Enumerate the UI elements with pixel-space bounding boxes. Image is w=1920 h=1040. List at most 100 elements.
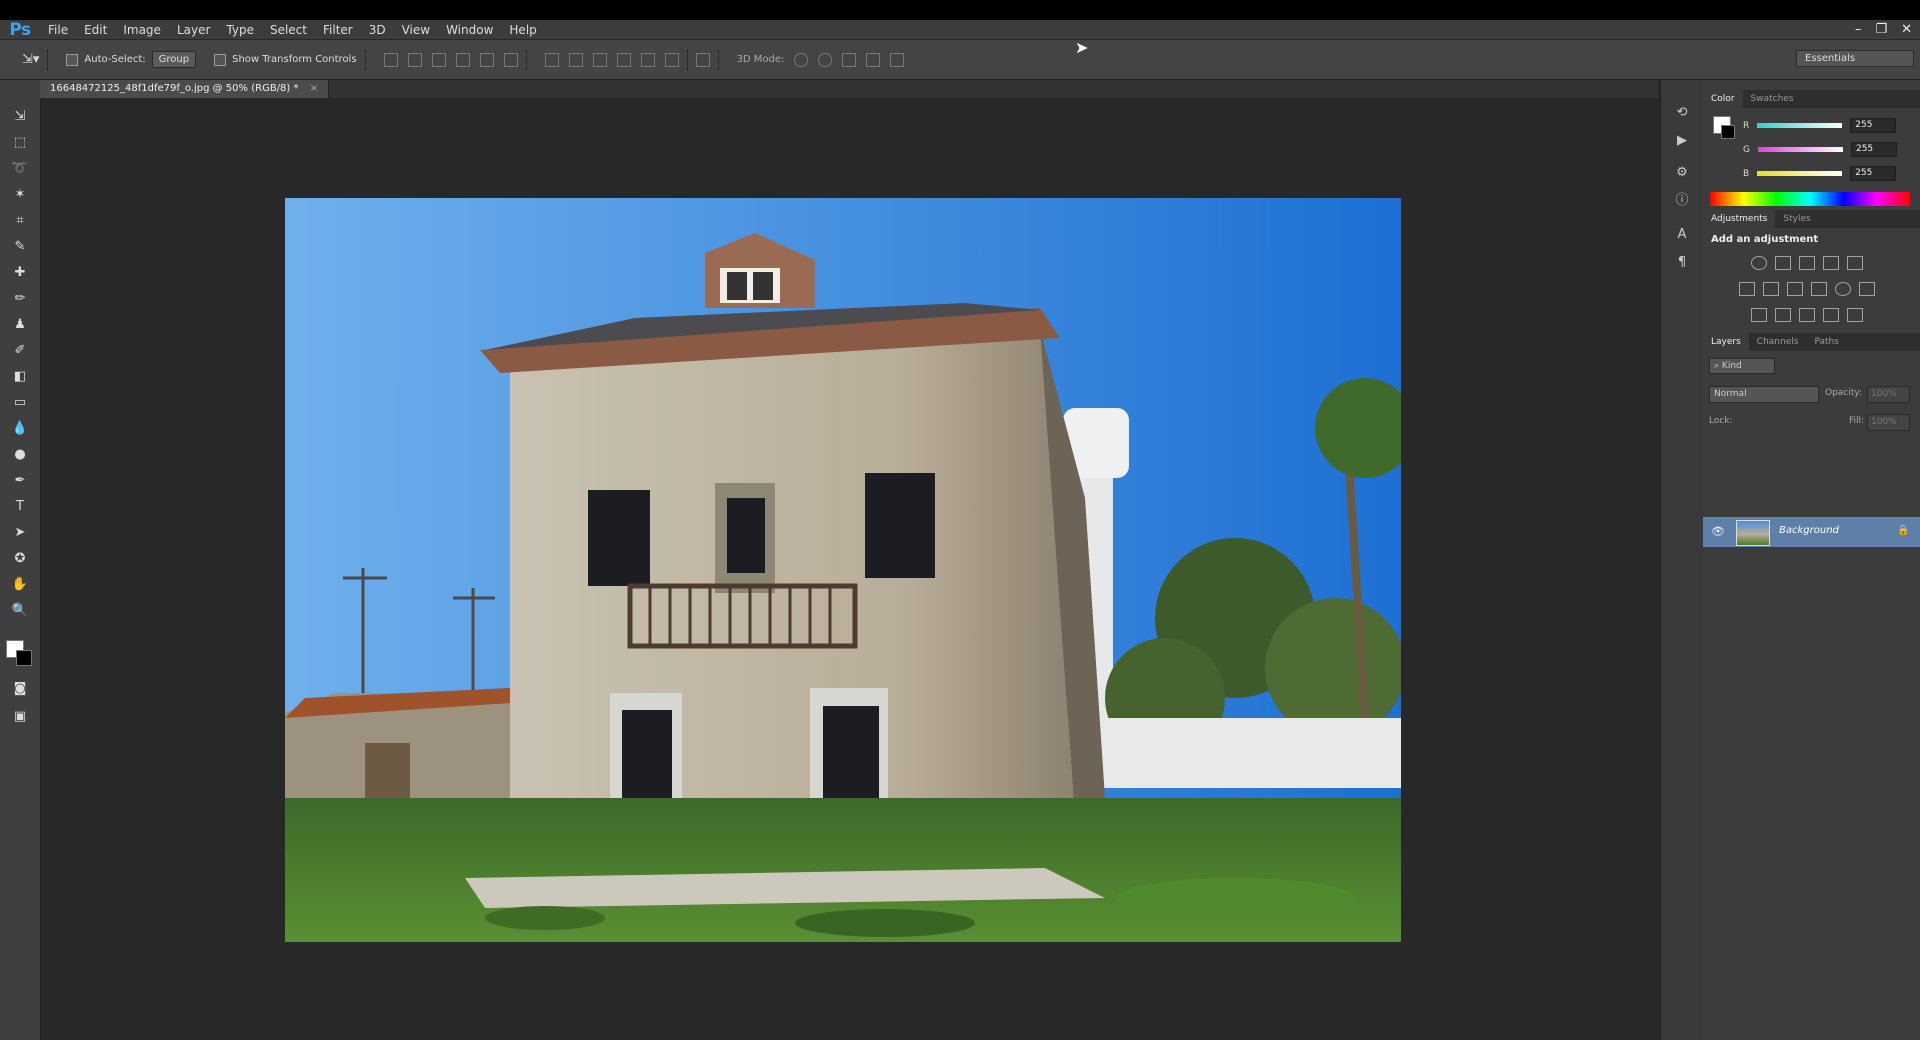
workspace-dropdown[interactable]: Essentials <box>1796 50 1914 67</box>
color-panel-background-swatch[interactable] <box>1721 125 1735 139</box>
tab-channels[interactable]: Channels <box>1749 333 1807 351</box>
move-tool-preset-icon[interactable]: ⇲▾ <box>22 52 39 67</box>
3d-roll-icon[interactable] <box>818 52 833 67</box>
tab-swatches[interactable]: Swatches <box>1743 90 1802 108</box>
menu-edit[interactable]: Edit <box>76 23 115 37</box>
info-panel-icon[interactable]: ⓘ <box>1673 192 1691 210</box>
3d-drag-icon[interactable] <box>842 52 857 67</box>
align-top-icon[interactable] <box>383 52 398 67</box>
hue-saturation-icon[interactable] <box>1739 282 1755 296</box>
vibrance-icon[interactable] <box>1847 256 1863 270</box>
close-button[interactable]: ✕ <box>1901 22 1912 37</box>
healing-brush-tool-icon[interactable]: ✚ <box>11 264 29 282</box>
tab-adjustments[interactable]: Adjustments <box>1703 210 1776 228</box>
align-hcenter-icon[interactable] <box>479 52 494 67</box>
type-tool-icon[interactable]: T <box>11 498 29 516</box>
layer-filter-dropdown[interactable]: ⌕ Kind <box>1709 358 1775 374</box>
invert-icon[interactable] <box>1751 308 1767 322</box>
distribute-right-icon[interactable] <box>664 52 679 67</box>
shape-tool-icon[interactable]: ✪ <box>11 550 29 568</box>
align-bottom-icon[interactable] <box>431 52 446 67</box>
distribute-bottom-icon[interactable] <box>592 52 607 67</box>
background-color-swatch[interactable] <box>16 650 32 666</box>
marquee-tool-icon[interactable]: ⬚ <box>11 134 29 152</box>
menu-image[interactable]: Image <box>115 23 169 37</box>
document-tab-close-icon[interactable]: × <box>310 83 318 94</box>
hand-tool-icon[interactable]: ✋ <box>11 576 29 594</box>
green-value[interactable]: 255 <box>1850 142 1897 157</box>
character-panel-icon[interactable]: A <box>1673 226 1691 244</box>
distribute-left-icon[interactable] <box>616 52 631 67</box>
align-left-icon[interactable] <box>455 52 470 67</box>
paragraph-panel-icon[interactable]: ¶ <box>1673 254 1691 272</box>
auto-select-checkbox[interactable] <box>66 53 79 66</box>
3d-scale-icon[interactable] <box>890 52 905 67</box>
quick-mask-icon[interactable]: ◙ <box>11 680 29 698</box>
menu-window[interactable]: Window <box>438 23 501 37</box>
exposure-icon[interactable] <box>1823 256 1839 270</box>
black-white-icon[interactable] <box>1787 282 1803 296</box>
levels-icon[interactable] <box>1775 256 1791 270</box>
menu-help[interactable]: Help <box>501 23 544 37</box>
green-slider[interactable] <box>1757 147 1843 152</box>
path-selection-tool-icon[interactable]: ➤ <box>11 524 29 542</box>
tab-layers[interactable]: Layers <box>1703 333 1749 351</box>
properties-panel-icon[interactable]: ⚙ <box>1673 164 1691 182</box>
crop-tool-icon[interactable]: ⌗ <box>11 212 29 230</box>
auto-select-dropdown[interactable]: Group <box>151 51 197 68</box>
menu-view[interactable]: View <box>394 23 438 37</box>
lock-icon[interactable]: 🔒 <box>1897 525 1909 536</box>
minimize-button[interactable]: – <box>1855 22 1862 37</box>
color-balance-icon[interactable] <box>1763 282 1779 296</box>
photo-filter-icon[interactable] <box>1811 282 1827 296</box>
actions-panel-icon[interactable]: ▶ <box>1673 132 1691 150</box>
align-right-icon[interactable] <box>503 52 518 67</box>
align-vcenter-icon[interactable] <box>407 52 422 67</box>
menu-3d[interactable]: 3D <box>361 23 394 37</box>
menu-file[interactable]: File <box>40 23 76 37</box>
tab-color[interactable]: Color <box>1703 90 1743 108</box>
brightness-contrast-icon[interactable] <box>1751 256 1767 270</box>
magic-wand-tool-icon[interactable]: ✶ <box>11 186 29 204</box>
document-image[interactable] <box>285 198 1401 942</box>
distribute-vcenter-icon[interactable] <box>568 52 583 67</box>
gradient-tool-icon[interactable]: ▭ <box>11 394 29 412</box>
gradient-map-icon[interactable] <box>1847 308 1863 322</box>
3d-slide-icon[interactable] <box>866 52 881 67</box>
visibility-eye-icon[interactable]: 👁 <box>1711 525 1725 538</box>
screen-mode-icon[interactable]: ▣ <box>11 708 29 726</box>
show-transform-checkbox[interactable] <box>214 53 227 66</box>
pen-tool-icon[interactable]: ✒ <box>11 472 29 490</box>
channel-mixer-icon[interactable] <box>1835 282 1851 296</box>
opacity-input[interactable]: 100% <box>1867 386 1910 403</box>
eyedropper-tool-icon[interactable]: ✎ <box>11 238 29 256</box>
curves-icon[interactable] <box>1799 256 1815 270</box>
3d-rotate-icon[interactable] <box>794 52 809 67</box>
auto-align-icon[interactable] <box>695 52 710 67</box>
posterize-icon[interactable] <box>1775 308 1791 322</box>
dodge-tool-icon[interactable]: ● <box>11 446 29 464</box>
move-tool-icon[interactable]: ⇲ <box>11 108 29 126</box>
red-value[interactable]: 255 <box>1850 118 1897 133</box>
fill-input[interactable]: 100% <box>1867 414 1910 431</box>
threshold-icon[interactable] <box>1799 308 1815 322</box>
zoom-tool-icon[interactable]: 🔍 <box>11 602 29 620</box>
menu-type[interactable]: Type <box>218 23 262 37</box>
color-spectrum-ramp[interactable] <box>1710 192 1910 206</box>
lasso-tool-icon[interactable]: ➰ <box>11 160 29 178</box>
document-tab[interactable]: 16648472125_48f1dfe79f_o.jpg @ 50% (RGB/… <box>40 80 330 98</box>
menu-layer[interactable]: Layer <box>169 23 218 37</box>
history-brush-tool-icon[interactable]: ✐ <box>11 342 29 360</box>
tab-paths[interactable]: Paths <box>1806 333 1846 351</box>
blend-mode-dropdown[interactable]: Normal <box>1709 386 1819 403</box>
selective-color-icon[interactable] <box>1823 308 1839 322</box>
eraser-tool-icon[interactable]: ◧ <box>11 368 29 386</box>
history-panel-icon[interactable]: ⟲ <box>1673 104 1691 122</box>
distribute-hcenter-icon[interactable] <box>640 52 655 67</box>
blur-tool-icon[interactable]: 💧 <box>11 420 29 438</box>
blue-value[interactable]: 255 <box>1850 166 1897 181</box>
menu-select[interactable]: Select <box>262 23 315 37</box>
tab-styles[interactable]: Styles <box>1775 210 1818 228</box>
menu-filter[interactable]: Filter <box>315 23 361 37</box>
restore-button[interactable]: ❐ <box>1875 22 1887 37</box>
